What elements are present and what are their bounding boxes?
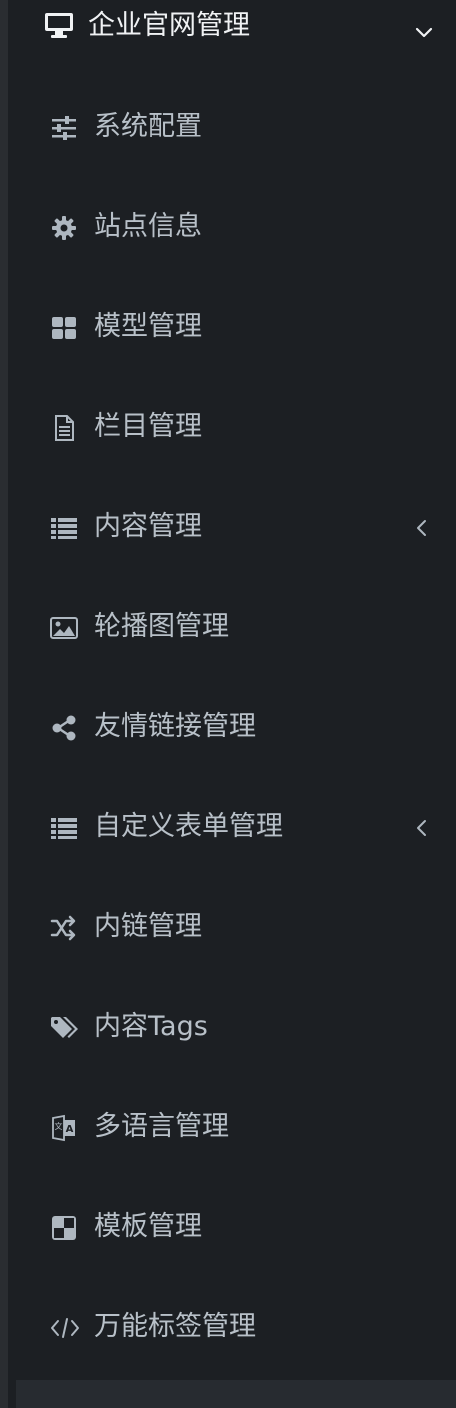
svg-text:A: A: [66, 1124, 74, 1135]
chevron-left-icon: [414, 818, 430, 838]
menu-item-label: 多语言管理: [94, 1111, 229, 1142]
menu-item-label: 内链管理: [94, 911, 202, 942]
monitor-icon: [44, 10, 74, 40]
menu-item-content-manage[interactable]: 内容管理: [8, 476, 456, 576]
menu-item-column-manage[interactable]: 栏目管理: [8, 376, 456, 476]
menu-item-universal-tags[interactable]: 万能标签管理: [8, 1276, 456, 1376]
menu-item-system-config[interactable]: 系统配置: [8, 76, 456, 176]
menu-item-label: 友情链接管理: [94, 711, 256, 742]
menu-item-content-tags[interactable]: 内容Tags: [8, 976, 456, 1076]
chevron-left-icon: [414, 518, 430, 538]
menu-item-multilingual[interactable]: 文 A 多语言管理: [8, 1076, 456, 1176]
menu-item-label: 模板管理: [94, 1211, 202, 1242]
menu-item-custom-forms[interactable]: 自定义表单管理: [8, 776, 456, 876]
template-icon: [50, 1214, 78, 1242]
grid-icon: [50, 314, 78, 342]
sliders-icon: [50, 114, 78, 142]
menu-item-model-manage[interactable]: 模型管理: [8, 276, 456, 376]
sidebar-footer-strip: [16, 1380, 456, 1408]
menu-item-friend-links[interactable]: 友情链接管理: [8, 676, 456, 776]
menu-item-site-info[interactable]: 站点信息: [8, 176, 456, 276]
list-icon: [50, 814, 78, 842]
menu-item-label: 万能标签管理: [94, 1311, 256, 1342]
tags-icon: [50, 1014, 78, 1042]
menu-item-carousel-manage[interactable]: 轮播图管理: [8, 576, 456, 676]
document-icon: [50, 414, 78, 442]
svg-text:文: 文: [55, 1121, 63, 1131]
menu-item-template-manage[interactable]: 模板管理: [8, 1176, 456, 1276]
menu-item-label: 模型管理: [94, 311, 202, 342]
shuffle-icon: [50, 914, 78, 942]
chevron-down-icon[interactable]: [414, 22, 434, 42]
code-icon: [50, 1314, 79, 1342]
menu-item-label: 系统配置: [94, 111, 202, 142]
menu-item-label: 站点信息: [94, 211, 202, 242]
group-header-enterprise-site[interactable]: 企业官网管理: [8, 0, 456, 56]
group-label: 企业官网管理: [88, 10, 250, 41]
gear-icon: [50, 214, 78, 242]
share-icon: [50, 714, 78, 742]
image-icon: [50, 614, 78, 642]
menu-item-internal-links[interactable]: 内链管理: [8, 876, 456, 976]
menu-item-label: 内容Tags: [94, 1011, 208, 1042]
list-icon: [50, 514, 78, 542]
language-icon: 文 A: [50, 1114, 78, 1142]
menu-item-label: 轮播图管理: [94, 611, 229, 642]
menu-item-label: 内容管理: [94, 511, 202, 542]
sidebar: 企业官网管理 系统配置 站点信息 模型管理 栏目管理 内容管理 轮播图管理 友情…: [0, 0, 456, 1408]
menu-item-label: 栏目管理: [94, 411, 202, 442]
menu-item-label: 自定义表单管理: [94, 811, 283, 842]
